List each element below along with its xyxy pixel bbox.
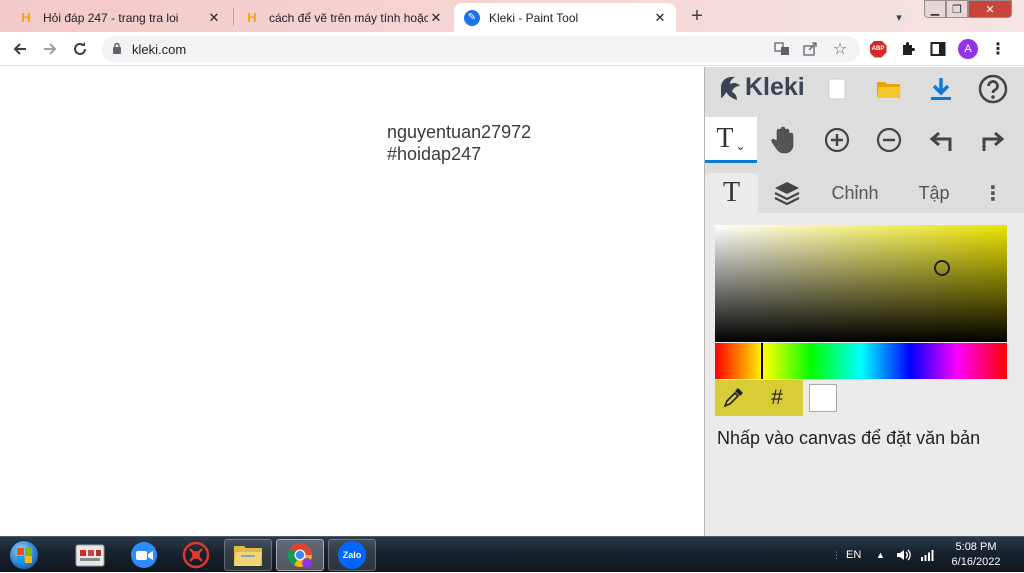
zoom-out-icon[interactable] [867, 120, 911, 160]
kleki-favicon-icon: ✎ [464, 9, 480, 26]
extensions-puzzle-icon[interactable] [896, 37, 920, 61]
hoidap-favicon-icon: H [21, 10, 31, 25]
tab-title: cách để vẽ trên máy tính hoặc làm [269, 10, 428, 25]
taskbar-app-icon[interactable] [66, 539, 114, 571]
adblock-plus-icon[interactable]: ABP [866, 37, 890, 61]
profile-avatar[interactable]: A [956, 37, 980, 61]
close-tab-icon[interactable]: ✕ [206, 10, 222, 26]
browser-tab-strip: H Hỏi đáp 247 - trang tra loi ✕ H cách đ… [0, 0, 1024, 32]
kleki-panel-tabs: T Chỉnh Tập ⋮ [705, 173, 1024, 213]
back-arrow-icon[interactable] [8, 37, 32, 61]
chevron-down-icon: ⌄ [735, 138, 746, 153]
tab-file[interactable]: Tập [905, 173, 963, 213]
tray-grip-icon: ⋮ [832, 549, 841, 560]
kleki-header-row: Kleki [705, 67, 1024, 115]
kleki-logo-text: Kleki [745, 73, 805, 101]
open-folder-icon[interactable] [867, 69, 911, 109]
canvas-text-line-1: nguyentuan27972 [387, 122, 532, 142]
download-icon[interactable] [919, 69, 963, 109]
system-tray: ⋮ [832, 537, 841, 573]
hue-slider[interactable] [715, 343, 1007, 379]
zoom-in-icon[interactable] [815, 120, 859, 160]
color-picker-cursor[interactable] [934, 260, 950, 276]
game-app-icon[interactable] [172, 539, 220, 571]
new-tab-icon[interactable]: + [684, 4, 710, 28]
tab-hoidap[interactable]: H Hỏi đáp 247 - trang tra loi ✕ [8, 3, 230, 32]
system-clock[interactable]: 5:08 PM 6/16/2022 [936, 540, 1016, 570]
maximize-window-icon[interactable]: ❐ [946, 0, 968, 18]
hue-slider-handle[interactable] [761, 343, 763, 379]
kleki-logo-icon [721, 76, 740, 100]
undo-icon[interactable] [919, 120, 963, 160]
hoidap-favicon-icon: H [247, 10, 257, 25]
text-tool-button[interactable]: T ⌄ [705, 117, 757, 163]
forward-arrow-icon[interactable] [38, 37, 62, 61]
canvas-text-line-2: #hoidap247 [387, 144, 482, 164]
clock-date: 6/16/2022 [951, 556, 1001, 568]
clock-time: 5:08 PM [955, 541, 997, 553]
kleki-logo[interactable]: Kleki [717, 73, 805, 102]
tab-title: Hỏi đáp 247 - trang tra loi [43, 10, 179, 25]
chrome-app-icon[interactable] [276, 539, 324, 571]
layers-icon[interactable] [765, 173, 809, 213]
minimize-window-icon[interactable]: ▁ [924, 0, 946, 18]
close-tab-icon[interactable]: ✕ [428, 10, 444, 26]
reload-icon[interactable] [68, 37, 92, 61]
tab-adjust[interactable]: Chỉnh [823, 173, 887, 213]
browser-menu-icon[interactable]: ⋮ [986, 37, 1010, 61]
saturation-value-picker[interactable] [715, 225, 1007, 342]
hex-input-button[interactable]: # [751, 380, 803, 416]
show-hidden-icons-icon[interactable]: ▲ [876, 537, 885, 573]
canvas-text-block: nguyentuan27972 #hoidap247 [387, 121, 531, 165]
tab-title: Kleki - Paint Tool [489, 10, 579, 25]
share-icon[interactable] [800, 41, 820, 57]
browser-toolbar: kleki.com ☆ ABP A ⋮ [0, 32, 1024, 66]
tab-kleki[interactable]: ✎ Kleki - Paint Tool ✕ [454, 3, 676, 32]
text-tool-hint: Nhấp vào canvas để đặt văn bản [717, 428, 981, 448]
eyedropper-icon[interactable] [715, 380, 751, 416]
translate-icon[interactable] [772, 41, 792, 57]
volume-icon[interactable] [896, 537, 912, 573]
close-tab-icon[interactable]: ✕ [652, 10, 668, 26]
close-window-icon[interactable]: ✕ [968, 0, 1012, 18]
help-icon[interactable] [971, 69, 1015, 109]
tab-text-settings[interactable]: T [705, 173, 758, 213]
language-indicator[interactable]: EN [846, 537, 861, 573]
zalo-app-icon[interactable]: Zalo [328, 539, 376, 571]
lock-icon [113, 42, 121, 54]
zoom-app-icon[interactable] [120, 539, 168, 571]
side-panel-icon[interactable] [926, 37, 950, 61]
drawing-canvas[interactable]: nguyentuan27972 #hoidap247 [0, 67, 704, 536]
kleki-tools-row: T ⌄ [705, 117, 1024, 165]
url-text: kleki.com [132, 42, 187, 57]
secondary-color-swatch[interactable] [809, 384, 837, 412]
chevron-down-icon[interactable]: ▾ [888, 6, 910, 28]
more-options-icon[interactable]: ⋮ [981, 173, 1005, 213]
start-button[interactable] [4, 538, 44, 572]
redo-icon[interactable] [971, 120, 1015, 160]
color-tools-row: # [715, 380, 837, 416]
tab-cach-de-ve[interactable]: H cách để vẽ trên máy tính hoặc làm ✕ [234, 3, 452, 32]
kleki-tool-panel: Kleki T ⌄ T Chỉnh Tập ⋮ # Nhấp vào canva… [704, 67, 1024, 536]
bookmark-star-icon[interactable]: ☆ [830, 41, 850, 58]
file-explorer-icon[interactable] [224, 539, 272, 571]
windows-taskbar: Zalo ⋮ EN ▲ 5:08 PM 6/16/2022 [0, 536, 1024, 572]
windows-logo-icon [9, 540, 39, 570]
hand-tool-icon[interactable] [761, 120, 805, 160]
address-bar[interactable]: kleki.com ☆ [102, 36, 860, 62]
network-signal-icon[interactable] [920, 537, 934, 573]
new-image-icon[interactable] [815, 69, 859, 109]
text-settings-panel: # Nhấp vào canvas để đặt văn bản [705, 213, 1024, 536]
